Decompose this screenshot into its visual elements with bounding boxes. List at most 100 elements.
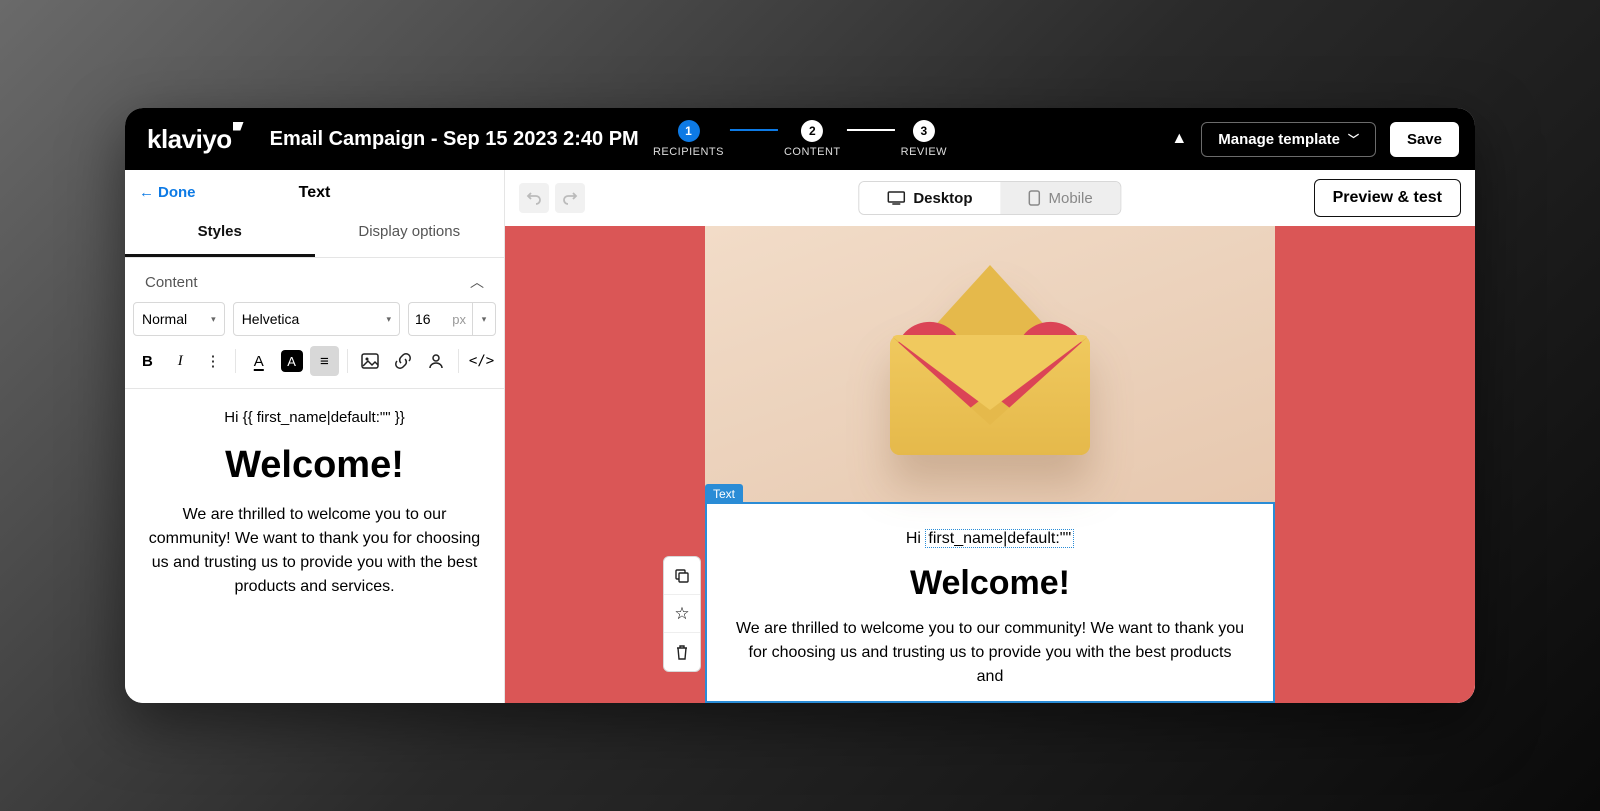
step-label: RECIPIENTS	[653, 146, 724, 158]
image-icon	[361, 353, 379, 369]
star-icon: ☆	[674, 604, 689, 624]
step-circle: 3	[913, 120, 935, 142]
sidebar-tabs: Styles Display options	[125, 211, 504, 258]
editor-sidebar: ← Done Text Styles Display options Conte…	[125, 170, 505, 703]
bold-button[interactable]: B	[133, 346, 162, 376]
link-button[interactable]	[389, 346, 418, 376]
wizard-stepper: 1 RECIPIENTS 2 CONTENT 3 REVIEW	[653, 120, 947, 158]
personalization-token[interactable]: first_name|default:""	[925, 529, 1074, 548]
app-body: ← Done Text Styles Display options Conte…	[125, 170, 1475, 703]
person-icon	[428, 353, 444, 369]
code-button[interactable]: </>	[467, 346, 496, 376]
redo-button[interactable]	[555, 183, 585, 213]
font-size-value: 16	[415, 311, 431, 327]
tab-styles[interactable]: Styles	[125, 211, 315, 257]
manage-template-button[interactable]: Manage template ﹀	[1201, 122, 1376, 157]
align-button[interactable]: ≡	[310, 346, 339, 376]
undo-button[interactable]	[519, 183, 549, 213]
editor-heading: Welcome!	[139, 444, 490, 487]
hero-image-block[interactable]	[705, 226, 1275, 504]
canvas-body: We are thrilled to welcome you to our co…	[727, 617, 1253, 689]
more-formatting-button[interactable]: ⋮	[199, 346, 228, 376]
divider	[458, 349, 459, 373]
step-label: CONTENT	[784, 146, 841, 158]
redo-icon	[562, 190, 578, 206]
chevron-down-icon: ▾	[211, 314, 216, 325]
font-size-dropdown[interactable]: ▾	[472, 302, 496, 336]
step-circle: 2	[801, 120, 823, 142]
email-canvas[interactable]: Text Hi first_name|default:"" Welcome! W…	[505, 226, 1475, 703]
desktop-icon	[887, 191, 905, 205]
mobile-label: Mobile	[1049, 190, 1093, 207]
font-size-input[interactable]: 16 px	[408, 302, 472, 336]
font-family-value: Helvetica	[242, 311, 300, 327]
greet-prefix: Hi	[906, 530, 926, 547]
tab-display-options[interactable]: Display options	[315, 211, 505, 257]
canvas-area: Desktop Mobile Preview & test	[505, 170, 1475, 703]
image-button[interactable]	[356, 346, 385, 376]
personalization-button[interactable]	[421, 346, 450, 376]
text-editor-area[interactable]: Hi {{ first_name|default:"" }} Welcome! …	[125, 389, 504, 619]
divider	[347, 349, 348, 373]
step-connector	[847, 129, 895, 131]
font-size-control: 16 px ▾	[408, 302, 496, 336]
canvas-heading: Welcome!	[727, 564, 1253, 603]
step-review[interactable]: 3 REVIEW	[901, 120, 947, 158]
chevron-down-icon: ▾	[386, 314, 391, 325]
italic-button[interactable]: I	[166, 346, 195, 376]
accordion-label: Content	[145, 274, 198, 291]
favorite-block-button[interactable]: ☆	[664, 595, 700, 633]
paragraph-style-select[interactable]: Normal ▾	[133, 302, 225, 336]
preview-test-button[interactable]: Preview & test	[1314, 179, 1461, 217]
warning-icon[interactable]: ▲	[1171, 130, 1187, 148]
canvas-toolbar: Desktop Mobile Preview & test	[505, 170, 1475, 226]
preview-label: Preview & test	[1333, 189, 1442, 207]
step-connector	[730, 129, 778, 131]
editor-body: We are thrilled to welcome you to our co…	[139, 503, 490, 599]
chevron-up-icon: ︿	[470, 272, 484, 292]
envelope-graphic	[870, 265, 1110, 465]
divider	[235, 349, 236, 373]
delete-block-button[interactable]	[664, 633, 700, 671]
block-actions-toolbar: ☆	[663, 556, 701, 672]
step-recipients[interactable]: 1 RECIPIENTS	[653, 120, 724, 158]
trash-icon	[675, 644, 689, 660]
done-button[interactable]: ← Done	[139, 184, 196, 201]
paragraph-style-value: Normal	[142, 311, 187, 327]
mobile-icon	[1029, 190, 1041, 206]
app-window: klaviyo Email Campaign - Sep 15 2023 2:4…	[125, 108, 1475, 703]
chevron-down-icon: ▾	[482, 314, 487, 325]
canvas-greeting: Hi first_name|default:""	[727, 530, 1253, 548]
email-body: Text Hi first_name|default:"" Welcome! W…	[705, 226, 1275, 703]
text-block-selected[interactable]: Text Hi first_name|default:"" Welcome! W…	[705, 502, 1275, 703]
device-toggle: Desktop Mobile	[858, 181, 1121, 215]
editor-greeting: Hi {{ first_name|default:"" }}	[139, 409, 490, 426]
font-family-select[interactable]: Helvetica ▾	[233, 302, 400, 336]
copy-icon	[674, 568, 690, 584]
panel-title: Text	[299, 184, 331, 202]
arrow-left-icon: ←	[139, 184, 154, 201]
link-icon	[394, 352, 412, 370]
content-accordion-header[interactable]: Content ︿	[125, 258, 504, 302]
undo-icon	[526, 190, 542, 206]
chevron-down-icon: ﹀	[1348, 131, 1359, 147]
step-content[interactable]: 2 CONTENT	[784, 120, 841, 158]
save-label: Save	[1407, 131, 1442, 148]
text-color-button[interactable]: A	[244, 346, 273, 376]
font-size-unit: px	[452, 312, 466, 327]
logo: klaviyo	[147, 124, 232, 155]
save-button[interactable]: Save	[1390, 122, 1459, 157]
format-toolbar-row2: B I ⋮ A A ≡ </>	[125, 344, 504, 389]
desktop-view-button[interactable]: Desktop	[859, 182, 1000, 214]
duplicate-block-button[interactable]	[664, 557, 700, 595]
bg-color-wrap: A	[277, 346, 306, 376]
app-header: klaviyo Email Campaign - Sep 15 2023 2:4…	[125, 108, 1475, 170]
manage-template-label: Manage template	[1218, 131, 1340, 148]
format-toolbar-row1: Normal ▾ Helvetica ▾ 16 px ▾	[125, 302, 504, 344]
background-color-button[interactable]: A	[281, 350, 303, 372]
step-label: REVIEW	[901, 146, 947, 158]
step-circle: 1	[677, 120, 699, 142]
mobile-view-button[interactable]: Mobile	[1001, 182, 1121, 214]
done-label: Done	[158, 184, 196, 201]
block-type-badge: Text	[705, 484, 743, 504]
